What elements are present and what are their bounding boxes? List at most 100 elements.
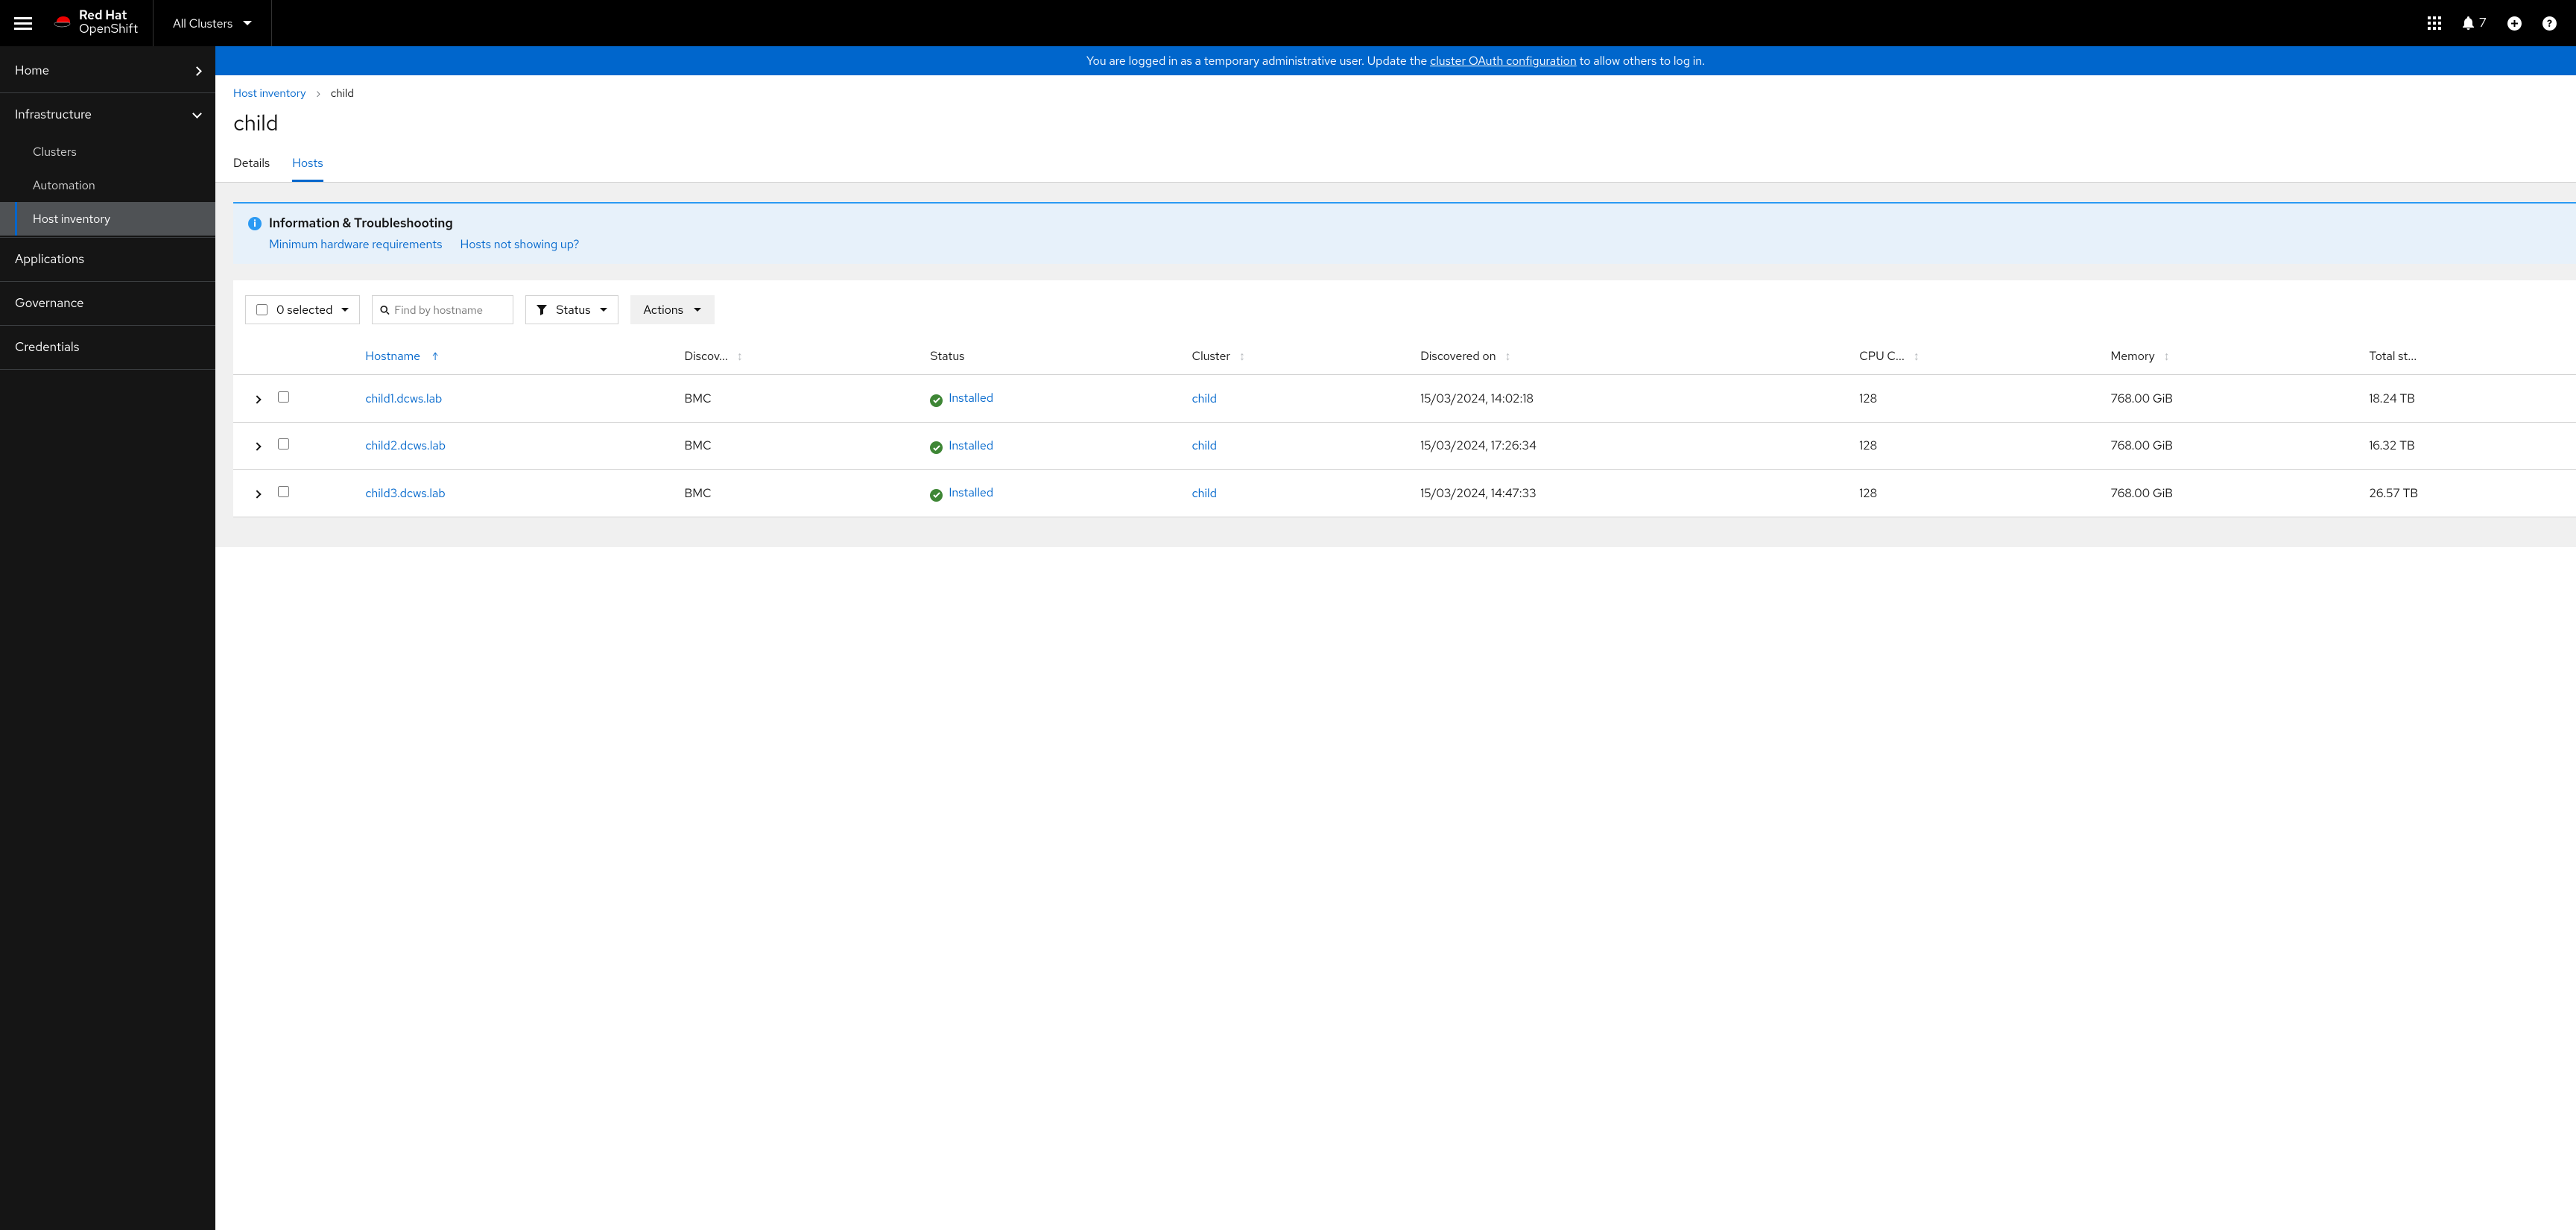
actions-dropdown-button[interactable]: Actions xyxy=(630,295,715,324)
filter-icon xyxy=(537,305,547,315)
cell-memory: 768.00 GiB xyxy=(2103,470,2361,517)
main-content: You are logged in as a temporary adminis… xyxy=(215,46,2576,1230)
sidebar-item-applications[interactable]: Applications xyxy=(0,239,215,280)
col-discovered-on[interactable]: Discovered on↕ xyxy=(1413,338,1852,375)
notification-count: 7 xyxy=(2479,15,2487,31)
hostname-link[interactable]: child2.dcws.lab xyxy=(365,438,446,453)
breadcrumb-separator-icon: › xyxy=(316,86,320,101)
cluster-link[interactable]: child xyxy=(1192,391,1216,406)
row-select-checkbox[interactable] xyxy=(278,438,289,450)
status-link[interactable]: Installed xyxy=(949,485,993,500)
hostname-search[interactable] xyxy=(372,295,513,324)
col-cpu[interactable]: CPU C...↕ xyxy=(1852,338,2103,375)
sort-icon: ↕ xyxy=(1239,348,1245,364)
col-storage[interactable]: Total st... xyxy=(2361,338,2576,375)
search-icon xyxy=(380,305,390,315)
sidebar-nav: Home Infrastructure Clusters Automation … xyxy=(0,46,215,1230)
status-filter-label: Status xyxy=(556,302,590,318)
col-cluster[interactable]: Cluster↕ xyxy=(1184,338,1413,375)
cluster-context-switcher[interactable]: All Clusters xyxy=(154,0,272,46)
hosts-not-showing-link[interactable]: Hosts not showing up? xyxy=(461,236,580,252)
hostname-search-input[interactable] xyxy=(390,297,505,324)
masthead: Red Hat OpenShift All Clusters 7 ? xyxy=(0,0,2576,46)
page-tabs: Details Hosts xyxy=(215,148,2576,183)
help-button[interactable]: ? xyxy=(2542,16,2557,31)
col-status[interactable]: Status xyxy=(923,338,1184,375)
expand-row-button[interactable] xyxy=(253,443,261,451)
cell-cpu: 128 xyxy=(1852,422,2103,470)
cluster-link[interactable]: child xyxy=(1192,438,1216,453)
status-filter-button[interactable]: Status xyxy=(525,295,618,324)
nav-label: Infrastructure xyxy=(15,107,92,123)
brand-logo[interactable]: Red Hat OpenShift xyxy=(46,0,154,46)
cell-discovery: BMC xyxy=(677,470,923,517)
info-circle-icon: i xyxy=(248,217,262,230)
cell-cpu: 128 xyxy=(1852,375,2103,423)
cell-discovered: 15/03/2024, 14:02:18 xyxy=(1413,375,1852,423)
bell-icon xyxy=(2462,16,2475,31)
expand-row-button[interactable] xyxy=(253,490,261,498)
expand-row-button[interactable] xyxy=(253,395,261,403)
sidebar-item-home[interactable]: Home xyxy=(0,51,215,91)
min-hardware-link[interactable]: Minimum hardware requirements xyxy=(269,236,443,252)
import-add-button[interactable] xyxy=(2507,16,2522,31)
sidebar-item-infrastructure[interactable]: Infrastructure xyxy=(0,95,215,135)
col-memory[interactable]: Memory↕ xyxy=(2103,338,2361,375)
sidebar-item-credentials[interactable]: Credentials xyxy=(0,327,215,368)
cell-status: Installed xyxy=(923,470,1184,517)
sidebar-item-host-inventory[interactable]: Host inventory xyxy=(0,202,215,236)
banner-text-pre: You are logged in as a temporary adminis… xyxy=(1086,53,1430,69)
hosts-table: Hostname↑ Discov...↕ Status Cluster↕ Dis… xyxy=(233,338,2576,517)
cell-cpu: 128 xyxy=(1852,470,2103,517)
col-expand xyxy=(233,338,270,375)
check-circle-icon xyxy=(930,394,943,407)
nav-label: Applications xyxy=(15,251,84,268)
cell-discovery: BMC xyxy=(677,375,923,423)
svg-text:?: ? xyxy=(2547,17,2552,30)
sort-icon: ↕ xyxy=(1914,348,1920,364)
tab-details[interactable]: Details xyxy=(233,148,270,182)
redhat-fedora-icon xyxy=(52,15,75,31)
cell-storage: 18.24 TB xyxy=(2361,375,2576,423)
cell-storage: 26.57 TB xyxy=(2361,470,2576,517)
table-row: child2.dcws.labBMCInstalledchild15/03/20… xyxy=(233,422,2576,470)
sidebar-item-governance[interactable]: Governance xyxy=(0,283,215,324)
sidebar-item-clusters[interactable]: Clusters xyxy=(0,135,215,168)
notifications-button[interactable]: 7 xyxy=(2462,15,2487,31)
tab-hosts[interactable]: Hosts xyxy=(292,148,323,182)
row-select-checkbox[interactable] xyxy=(278,486,289,497)
col-discovery[interactable]: Discov...↕ xyxy=(677,338,923,375)
actions-label: Actions xyxy=(644,302,684,318)
hostname-link[interactable]: child3.dcws.lab xyxy=(365,485,445,501)
oauth-warning-banner: You are logged in as a temporary adminis… xyxy=(215,46,2576,75)
breadcrumb-root[interactable]: Host inventory xyxy=(233,86,306,101)
status-link[interactable]: Installed xyxy=(949,438,993,453)
breadcrumb: Host inventory › child xyxy=(215,75,2576,105)
hosts-table-card: 0 selected Status Actions xyxy=(233,280,2576,517)
brand-text: Red Hat OpenShift xyxy=(79,10,138,37)
caret-down-icon xyxy=(694,308,701,312)
check-circle-icon xyxy=(930,441,943,454)
sort-icon: ↕ xyxy=(737,348,743,364)
oauth-config-link[interactable]: cluster OAuth configuration xyxy=(1430,53,1577,69)
hostname-link[interactable]: child1.dcws.lab xyxy=(365,391,442,406)
status-link[interactable]: Installed xyxy=(949,390,993,406)
sidebar-item-automation[interactable]: Automation xyxy=(0,168,215,202)
col-hostname[interactable]: Hostname↑ xyxy=(358,338,677,375)
app-launcher-button[interactable] xyxy=(2428,16,2441,30)
info-title: Information & Troubleshooting xyxy=(269,215,453,232)
nav-toggle-button[interactable] xyxy=(0,0,46,46)
question-circle-icon: ? xyxy=(2542,16,2557,31)
bulk-select-checkbox[interactable] xyxy=(256,304,268,315)
cell-status: Installed xyxy=(923,375,1184,423)
sort-asc-icon: ↑ xyxy=(432,350,438,364)
plus-circle-icon xyxy=(2507,16,2522,31)
bulk-select-button[interactable]: 0 selected xyxy=(245,295,360,324)
info-troubleshooting-panel: i Information & Troubleshooting Minimum … xyxy=(233,202,2576,264)
chevron-down-icon xyxy=(192,109,202,119)
row-select-checkbox[interactable] xyxy=(278,391,289,403)
nav-label: Home xyxy=(15,63,49,79)
cluster-link[interactable]: child xyxy=(1192,485,1216,501)
chevron-right-icon xyxy=(192,66,202,76)
nav-label: Credentials xyxy=(15,339,79,356)
